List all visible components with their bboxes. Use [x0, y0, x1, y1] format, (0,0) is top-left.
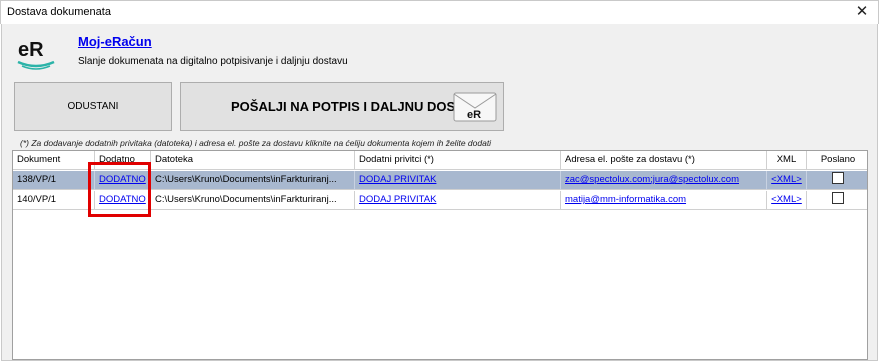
email-link[interactable]: zac@spectolux.com;jura@spectolux.com — [565, 174, 739, 185]
cancel-button[interactable]: ODUSTANI — [14, 82, 172, 131]
hint-text: (*) Za dodavanje dodatnih privitaka (dat… — [20, 138, 492, 148]
envelope-text: eR — [467, 109, 481, 121]
add-attachment-link[interactable]: DODAJ PRIVITAK — [359, 174, 436, 185]
logo-text: eR — [18, 39, 44, 61]
document-cell[interactable]: 138/VP/1 — [13, 171, 95, 190]
column-header-email[interactable]: Adresa el. pošte za dostavu (*) — [561, 151, 767, 170]
document-cell[interactable]: 140/VP/1 — [13, 191, 95, 210]
envelope-icon: eR — [453, 92, 497, 122]
dodatno-link-text[interactable]: DODATNO — [99, 194, 146, 205]
sent-cell — [807, 171, 867, 190]
column-header-attachments[interactable]: Dodatni privitci (*) — [355, 151, 561, 170]
grid-header: Dokument Dodatno Datoteka Dodatni privit… — [13, 151, 867, 170]
cancel-button-label: ODUSTANI — [67, 101, 119, 112]
dodatno-link[interactable]: DODATNO — [95, 171, 151, 190]
add-attachment-cell[interactable]: DODAJ PRIVITAK — [355, 191, 561, 210]
xml-cell[interactable]: <XML> — [767, 171, 807, 190]
column-header-file[interactable]: Datoteka — [151, 151, 355, 170]
add-attachment-cell[interactable]: DODAJ PRIVITAK — [355, 171, 561, 190]
xml-link[interactable]: <XML> — [771, 174, 802, 185]
xml-cell[interactable]: <XML> — [767, 191, 807, 210]
subtitle: Slanje dokumenata na digitalno potpisiva… — [78, 56, 348, 67]
xml-link[interactable]: <XML> — [771, 194, 802, 205]
email-cell[interactable]: zac@spectolux.com;jura@spectolux.com — [561, 171, 767, 190]
column-header-xml[interactable]: XML — [767, 151, 807, 170]
send-for-signature-button[interactable]: POŠALJI NA POTPIS I DALJNU DOSTAVU eR — [180, 82, 504, 131]
sent-checkbox[interactable] — [832, 192, 844, 205]
file-cell[interactable]: C:\Users\Kruno\Documents\inFarkturiranj.… — [151, 191, 355, 210]
sent-checkbox[interactable] — [832, 172, 844, 185]
sent-cell — [807, 191, 867, 210]
email-cell[interactable]: matija@mm-informatika.com — [561, 191, 767, 210]
file-cell[interactable]: C:\Users\Kruno\Documents\inFarkturiranj.… — [151, 171, 355, 190]
column-header-sent[interactable]: Poslano — [807, 151, 867, 170]
close-icon[interactable]: ✕ — [854, 3, 870, 21]
email-link[interactable]: matija@mm-informatika.com — [565, 194, 686, 205]
window-title: Dostava dokumenata — [7, 6, 111, 18]
dialog-body: eR Moj-eRačun Slanje dokumenata na digit… — [1, 24, 878, 361]
send-button-label: POŠALJI NA POTPIS I DALJNU DOSTAVU — [231, 99, 489, 114]
table-row[interactable]: 138/VP/1 DODATNO C:\Users\Kruno\Document… — [13, 171, 867, 190]
column-header-extra[interactable]: Dodatno — [95, 151, 151, 170]
dodatno-link-text[interactable]: DODATNO — [99, 174, 146, 185]
column-header-document[interactable]: Dokument — [13, 151, 95, 170]
eracun-logo-icon: eR — [17, 39, 55, 70]
add-attachment-link[interactable]: DODAJ PRIVITAK — [359, 194, 436, 205]
moj-eracun-link[interactable]: Moj-eRačun — [78, 34, 152, 49]
dodatno-link[interactable]: DODATNO — [95, 191, 151, 210]
table-row[interactable]: 140/VP/1 DODATNO C:\Users\Kruno\Document… — [13, 191, 867, 210]
documents-grid: Dokument Dodatno Datoteka Dodatni privit… — [12, 150, 868, 360]
title-bar: Dostava dokumenata ✕ — [0, 0, 879, 24]
